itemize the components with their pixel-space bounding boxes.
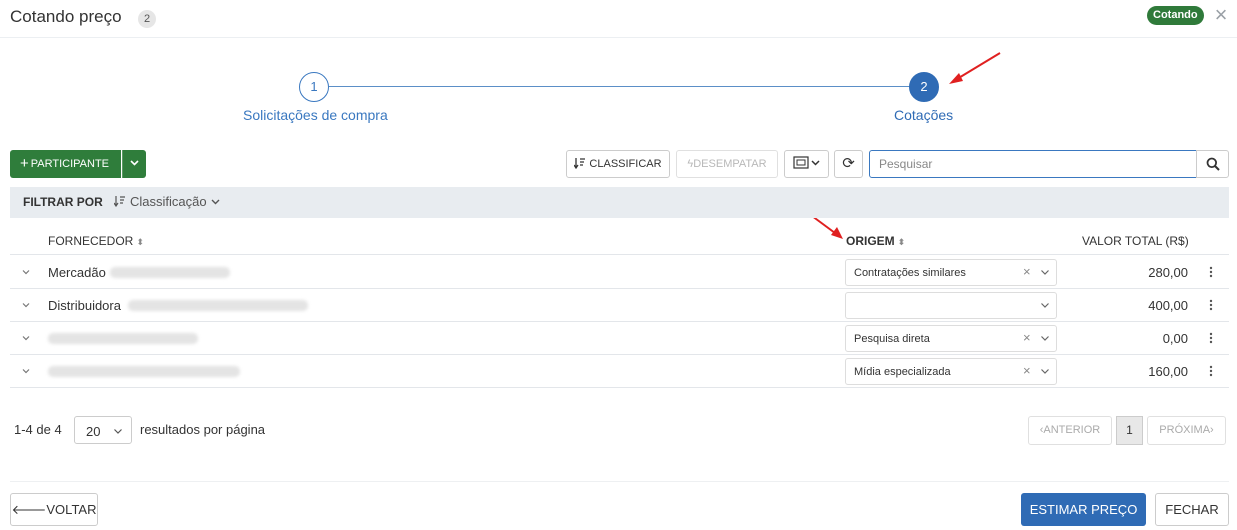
per-page-value: 20: [86, 424, 101, 439]
status-badge: Cotando: [1147, 6, 1204, 25]
chevron-down-icon[interactable]: [1040, 366, 1050, 376]
more-vertical-icon[interactable]: [1206, 297, 1216, 313]
chevron-down-icon[interactable]: [1040, 333, 1050, 343]
table-row: Mercadão Contratações similares × 280,00: [10, 256, 1229, 289]
total-value: 0,00: [1162, 331, 1188, 346]
origin-select[interactable]: [845, 292, 1057, 319]
total-value: 280,00: [1148, 265, 1188, 280]
chevron-down-icon[interactable]: [20, 266, 32, 278]
more-vertical-icon[interactable]: [1206, 363, 1216, 379]
redacted-text: [110, 267, 230, 278]
column-header-origin-label: ORIGEM: [846, 234, 895, 248]
column-header-supplier[interactable]: FORNECEDOR ⬍: [48, 234, 144, 248]
filter-classification-dropdown[interactable]: Classificação: [113, 194, 220, 209]
step-2-label[interactable]: Cotações: [894, 107, 953, 123]
refresh-button[interactable]: ⟳: [834, 150, 863, 178]
search-button[interactable]: [1196, 150, 1229, 178]
participant-dropdown-button[interactable]: [122, 150, 146, 178]
refresh-icon: ⟳: [842, 155, 855, 172]
total-value: 400,00: [1148, 298, 1188, 313]
column-header-total: VALOR TOTAL (R$): [1082, 234, 1189, 248]
add-participant-button[interactable]: + PARTICIPANTE: [10, 150, 121, 178]
per-page-label: resultados por página: [140, 422, 266, 437]
chevron-down-icon[interactable]: [1040, 300, 1050, 310]
expand-view-icon: [793, 156, 809, 169]
column-header-origin[interactable]: ORIGEM ⬍: [846, 234, 905, 248]
clear-icon[interactable]: ×: [1023, 264, 1031, 279]
total-value: 160,00: [1148, 364, 1188, 379]
previous-page-label: ANTERIOR: [1043, 424, 1101, 436]
back-button[interactable]: 🡐VOLTAR: [10, 493, 98, 526]
origin-select[interactable]: Mídia especializada ×: [845, 358, 1057, 385]
arrow-left-icon: 🡐: [11, 502, 47, 517]
clear-icon[interactable]: ×: [1023, 330, 1031, 345]
step-2-circle[interactable]: 2: [909, 72, 939, 102]
table-header-divider: [10, 254, 1229, 255]
untie-label: DESEMPATAR: [693, 158, 767, 170]
table-row: Mídia especializada × 160,00: [10, 355, 1229, 388]
chevron-down-icon: [811, 160, 820, 166]
page-1-button[interactable]: 1: [1116, 416, 1143, 445]
origin-select[interactable]: Pesquisa direta ×: [845, 325, 1057, 352]
page-title: Cotando preço: [10, 7, 122, 26]
origin-select[interactable]: Contratações similares ×: [845, 259, 1057, 286]
filter-selected-label: Classificação: [130, 194, 207, 209]
next-page-label: PRÓXIMA: [1159, 424, 1211, 436]
close-button[interactable]: FECHAR: [1155, 493, 1229, 526]
chevron-down-icon[interactable]: [20, 299, 32, 311]
item-count-badge: 2: [138, 10, 156, 28]
footer-divider: [10, 481, 1229, 482]
chevron-down-icon: [211, 199, 220, 205]
classify-label: CLASSIFICAR: [589, 158, 662, 170]
clear-icon[interactable]: ×: [1023, 363, 1031, 378]
back-label: VOLTAR: [46, 502, 97, 517]
chevron-down-icon: [130, 160, 139, 166]
filter-by-label: FILTRAR POR: [23, 195, 103, 209]
filter-bar: FILTRAR POR Classificação: [10, 187, 1229, 218]
stepper-connector: [329, 86, 910, 87]
chevron-down-icon[interactable]: [20, 332, 32, 344]
step-1-circle[interactable]: 1: [299, 72, 329, 102]
search-icon: [1206, 157, 1220, 171]
plus-icon: +: [20, 155, 29, 172]
column-header-supplier-label: FORNECEDOR: [48, 234, 134, 248]
sort-icon: ⬍: [897, 237, 906, 247]
add-participant-label: PARTICIPANTE: [30, 158, 110, 170]
modal-header: Cotando preço 2 Cotando ×: [0, 0, 1237, 38]
more-vertical-icon[interactable]: [1206, 330, 1216, 346]
redacted-text: [48, 333, 198, 344]
origin-select-value: Contratações similares: [854, 267, 966, 279]
chevron-right-icon: ›: [1210, 424, 1214, 436]
classify-button[interactable]: CLASSIFICAR: [566, 150, 670, 178]
redacted-text: [48, 366, 240, 377]
untie-button[interactable]: ϟDESEMPATAR: [676, 150, 778, 178]
origin-select-value: Mídia especializada: [854, 366, 951, 378]
chevron-down-icon[interactable]: [1040, 267, 1050, 277]
chevron-down-icon[interactable]: [20, 365, 32, 377]
estimate-price-button[interactable]: ESTIMAR PREÇO: [1021, 493, 1146, 526]
table-row: Pesquisa direta × 0,00: [10, 322, 1229, 355]
supplier-name: Distribuidora: [48, 298, 121, 313]
previous-page-button[interactable]: ‹ANTERIOR: [1028, 416, 1112, 445]
sort-numeric-icon: [113, 196, 125, 208]
redacted-text: [128, 300, 308, 311]
next-page-button[interactable]: PRÓXIMA›: [1147, 416, 1226, 445]
more-vertical-icon[interactable]: [1206, 264, 1216, 280]
annotation-arrow-step: [949, 52, 1001, 84]
table-row: Distribuidora 400,00: [10, 289, 1229, 322]
step-1-label[interactable]: Solicitações de compra: [243, 107, 388, 123]
sort-numeric-icon: [573, 158, 586, 170]
close-icon[interactable]: ×: [1210, 3, 1232, 27]
sort-icon: ⬍: [136, 237, 144, 247]
chevron-down-icon: [114, 429, 122, 434]
origin-select-value: Pesquisa direta: [854, 333, 930, 345]
supplier-name: Mercadão: [48, 265, 106, 280]
view-mode-button[interactable]: [784, 150, 829, 178]
per-page-select[interactable]: 20: [74, 416, 132, 444]
pagination-range: 1-4 de 4: [14, 422, 62, 437]
search-input[interactable]: [869, 150, 1197, 178]
